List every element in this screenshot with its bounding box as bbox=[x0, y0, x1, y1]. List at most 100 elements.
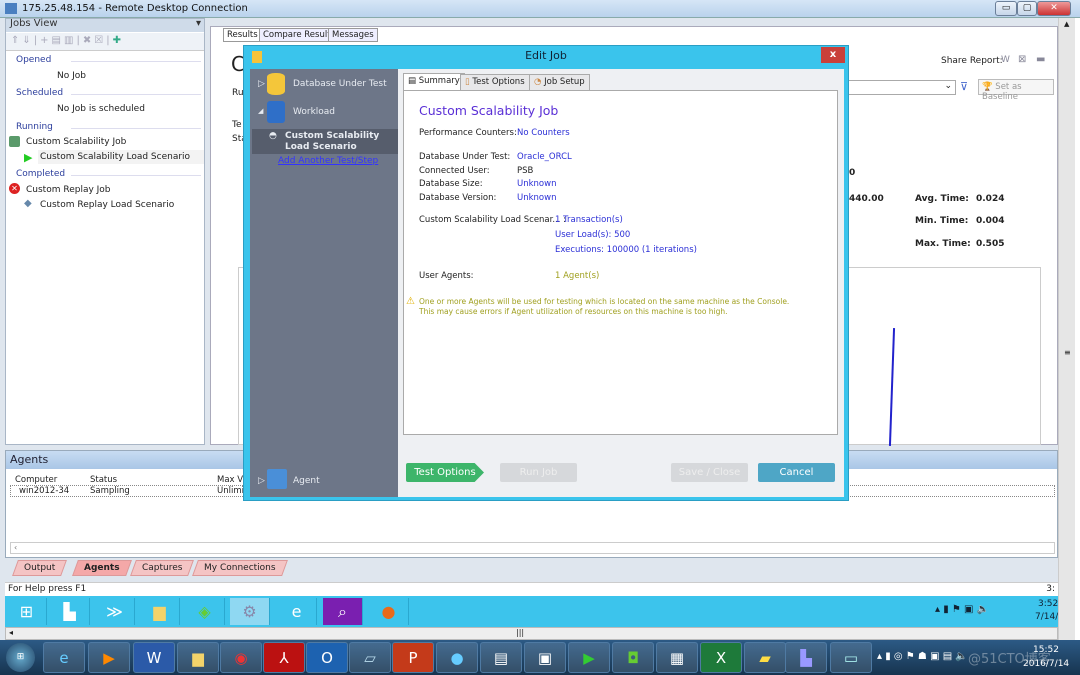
print-icon[interactable]: ▬ bbox=[1036, 54, 1045, 65]
running-job[interactable]: Custom Scalability Job bbox=[26, 137, 126, 147]
tab-results[interactable]: Results bbox=[223, 28, 262, 42]
media-player-icon[interactable]: ▶ bbox=[88, 642, 130, 673]
column-max-vi[interactable]: Max Vi bbox=[217, 475, 245, 485]
tab-agents[interactable]: Agents bbox=[72, 560, 132, 576]
tab-output[interactable]: Output bbox=[12, 560, 68, 576]
app2-icon[interactable]: ▤ bbox=[480, 642, 522, 673]
file-explorer-icon[interactable]: ▆ bbox=[140, 598, 180, 625]
settings-gears-icon[interactable]: ⚙ bbox=[230, 598, 270, 625]
expand-icon[interactable]: ▷ bbox=[258, 79, 265, 89]
rdp-icon[interactable]: ▙ bbox=[785, 642, 827, 673]
search-app-icon[interactable]: ⌕ bbox=[323, 598, 363, 625]
add-icon[interactable]: + bbox=[40, 35, 51, 46]
tab-captures[interactable]: Captures bbox=[130, 560, 195, 576]
word-icon[interactable]: W bbox=[133, 642, 175, 673]
tab-summary[interactable]: ▤ Summary bbox=[403, 73, 465, 91]
completed-job[interactable]: Custom Replay Job bbox=[26, 185, 111, 195]
tab-messages[interactable]: Messages bbox=[328, 28, 378, 42]
firefox-icon[interactable]: ● bbox=[369, 598, 409, 625]
run-select[interactable]: ⌄ bbox=[841, 80, 956, 95]
network-icon[interactable]: ▦ bbox=[656, 642, 698, 673]
set-baseline-button[interactable]: 🏆 Set as Baseline bbox=[978, 79, 1054, 102]
outlook-icon[interactable]: O bbox=[306, 642, 348, 673]
run-job-button[interactable]: Run Job bbox=[500, 463, 577, 482]
app-icon[interactable]: ● bbox=[436, 642, 478, 673]
column-status[interactable]: Status bbox=[90, 475, 117, 485]
copy-icon[interactable]: ▤ bbox=[52, 35, 64, 46]
maximize-button[interactable]: ▢ bbox=[1017, 1, 1037, 16]
close-button[interactable]: ✕ bbox=[1037, 1, 1071, 16]
run-icon[interactable]: ✚ bbox=[113, 35, 124, 46]
perf-counters-value[interactable]: No Counters bbox=[517, 128, 570, 138]
ie-icon[interactable]: e bbox=[277, 598, 317, 625]
tray-icons[interactable]: ▴ ▮ ◎ ⚑ ☗ ▣ ▤ 🔈 bbox=[877, 651, 968, 662]
tray-icons[interactable]: ▴ ▮ ⚑ ▣ 🔈 bbox=[935, 604, 989, 615]
explorer-icon[interactable]: ▆ bbox=[177, 642, 219, 673]
clock-time: 15:52 bbox=[1033, 645, 1059, 655]
scroll-up-icon[interactable]: ▲ bbox=[1064, 20, 1069, 28]
rdp-title-bar: 175.25.48.154 - Remote Desktop Connectio… bbox=[0, 0, 1080, 18]
server-manager-icon[interactable]: ▙ bbox=[50, 598, 90, 625]
folder-icon[interactable]: ▰ bbox=[744, 642, 786, 673]
start-icon[interactable]: ⊞ bbox=[6, 643, 35, 672]
tab-my-connections[interactable]: My Connections bbox=[192, 560, 288, 576]
expand-icon[interactable]: ▷ bbox=[258, 476, 265, 486]
pin-icon[interactable]: ▾ bbox=[196, 19, 201, 29]
test-options-button[interactable]: Test Options bbox=[406, 463, 484, 482]
monitor-icon[interactable]: ▣ bbox=[524, 642, 566, 673]
tab-compare-results[interactable]: Compare Results bbox=[259, 28, 339, 42]
nav-scenario-selected[interactable]: ◓ Custom Scalability Load Scenario bbox=[252, 129, 398, 154]
excel-export-icon[interactable]: ⊠ bbox=[1018, 54, 1026, 65]
windows-icon[interactable]: ⊞ bbox=[7, 598, 47, 625]
user-agents-value[interactable]: 1 Agent(s) bbox=[555, 271, 599, 281]
nav-workload[interactable]: Workload bbox=[293, 107, 335, 117]
add-another-step-link[interactable]: Add Another Test/Step bbox=[278, 156, 378, 166]
photos-icon[interactable]: ▭ bbox=[830, 642, 872, 673]
transactions-value[interactable]: 1 Transaction(s) bbox=[555, 215, 623, 225]
powershell-icon[interactable]: ≫ bbox=[95, 598, 135, 625]
word-export-icon[interactable]: W bbox=[1001, 55, 1010, 65]
acrobat-icon[interactable]: ⅄ bbox=[263, 642, 305, 673]
collapse-all-icon[interactable]: ⇓ bbox=[22, 35, 33, 46]
collapse-icon[interactable]: ◢ bbox=[258, 107, 263, 115]
delete-icon[interactable]: ✖ bbox=[83, 35, 94, 46]
executions-value[interactable]: Executions: 100000 (1 iterations) bbox=[555, 245, 697, 255]
user-load-value[interactable]: User Load(s): 500 bbox=[555, 230, 630, 240]
cancel-button[interactable]: Cancel bbox=[758, 463, 835, 482]
list-item[interactable]: No Job is scheduled bbox=[57, 104, 145, 114]
nav-agent[interactable]: Agent bbox=[293, 476, 320, 486]
scroll-thumb-grip[interactable]: ≡ bbox=[1064, 348, 1071, 357]
excel-icon[interactable]: X bbox=[700, 642, 742, 673]
column-computer[interactable]: Computer bbox=[15, 475, 57, 485]
dialog-close-button[interactable]: x bbox=[821, 47, 845, 63]
agents-hscrollbar[interactable]: ‹ bbox=[10, 542, 1055, 554]
scroll-thumb-grip[interactable]: ||| bbox=[516, 628, 524, 637]
expand-all-icon[interactable]: ⇑ bbox=[11, 35, 22, 46]
save-close-button[interactable]: Save / Close bbox=[671, 463, 748, 482]
play-icon[interactable]: ▶ bbox=[568, 642, 610, 673]
paste-icon[interactable]: ▥ bbox=[64, 35, 76, 46]
db-under-test-value[interactable]: Oracle_ORCL bbox=[517, 152, 572, 162]
tab-job-setup[interactable]: ◔ Job Setup bbox=[529, 74, 590, 91]
list-item[interactable]: No Job bbox=[57, 71, 86, 81]
nav-database-under-test[interactable]: Database Under Test bbox=[293, 79, 387, 89]
evernote-icon[interactable]: ◘ bbox=[612, 642, 654, 673]
notepad-icon[interactable]: ▱ bbox=[349, 642, 391, 673]
section-opened: Opened bbox=[16, 55, 201, 65]
scroll-left-icon[interactable]: ◂ bbox=[6, 628, 13, 637]
horizontal-scrollbar[interactable]: ◂ ||| bbox=[5, 627, 1058, 640]
tab-test-options[interactable]: ▯ Test Options bbox=[460, 74, 530, 91]
chrome-icon[interactable]: ◉ bbox=[220, 642, 262, 673]
completed-scenario[interactable]: Custom Replay Load Scenario bbox=[40, 200, 174, 210]
vsphere-icon[interactable]: ◈ bbox=[185, 598, 225, 625]
vertical-scrollbar[interactable]: ▲ ≡ bbox=[1058, 18, 1075, 640]
running-scenario[interactable]: Custom Scalability Load Scenario bbox=[40, 152, 190, 162]
clear-icon[interactable]: ☒ bbox=[94, 35, 106, 46]
filter-icon[interactable]: ⊽ bbox=[960, 80, 968, 93]
powerpoint-icon[interactable]: P bbox=[392, 642, 434, 673]
minimize-button[interactable]: ▭ bbox=[995, 1, 1017, 16]
db-size-value[interactable]: Unknown bbox=[517, 179, 556, 189]
section-scheduled: Scheduled bbox=[16, 88, 201, 98]
db-version-value[interactable]: Unknown bbox=[517, 193, 556, 203]
ie-icon[interactable]: e bbox=[43, 642, 85, 673]
